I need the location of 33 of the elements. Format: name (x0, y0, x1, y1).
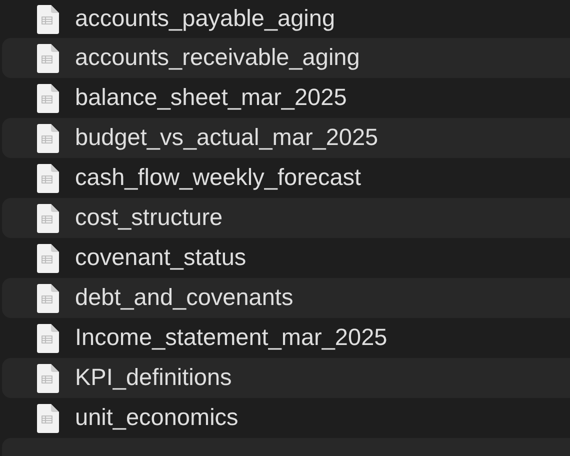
spreadsheet-document-icon (37, 404, 59, 432)
file-name: budget_vs_actual_mar_2025 (75, 126, 378, 150)
file-name: accounts_payable_aging (75, 7, 336, 31)
file-name: covenant_status (75, 246, 246, 270)
file-row[interactable]: debt_and_covenants (2, 278, 570, 318)
file-row[interactable]: cost_structure (2, 198, 570, 238)
spreadsheet-document-icon (37, 244, 59, 272)
file-row[interactable]: budget_vs_actual_mar_2025 (2, 118, 570, 158)
file-name: Income_statement_mar_2025 (75, 326, 388, 350)
spreadsheet-document-icon (37, 164, 59, 192)
spreadsheet-document-icon (37, 4, 59, 34)
spreadsheet-document-icon (37, 284, 59, 312)
spreadsheet-document-icon (37, 364, 59, 392)
spreadsheet-document-icon (37, 324, 59, 352)
file-row[interactable]: unit_economics (2, 398, 570, 438)
file-row[interactable]: accounts_receivable_aging (2, 38, 570, 78)
spreadsheet-document-icon (37, 44, 59, 72)
file-name: debt_and_covenants (75, 286, 294, 310)
file-row[interactable]: accounts_payable_aging (2, 0, 570, 38)
file-name: balance_sheet_mar_2025 (75, 86, 347, 110)
file-name: cost_structure (75, 206, 223, 230)
spreadsheet-document-icon (37, 204, 59, 232)
file-name: KPI_definitions (75, 366, 232, 390)
file-row[interactable]: KPI_definitions (2, 358, 570, 398)
spreadsheet-document-icon (37, 84, 59, 112)
file-row[interactable]: balance_sheet_mar_2025 (2, 78, 570, 118)
file-name: unit_economics (75, 406, 238, 430)
file-name: accounts_receivable_aging (75, 46, 360, 70)
file-row[interactable]: Income_statement_mar_2025 (2, 318, 570, 358)
file-name: cash_flow_weekly_forecast (75, 166, 362, 190)
spreadsheet-document-icon (37, 124, 59, 152)
file-row[interactable]: cash_flow_weekly_forecast (2, 158, 570, 198)
file-row[interactable]: covenant_status (2, 238, 570, 278)
